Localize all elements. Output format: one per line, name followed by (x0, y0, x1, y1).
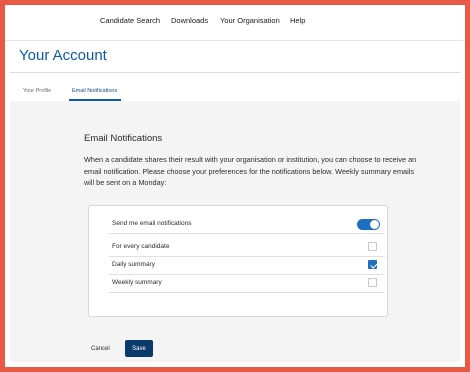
toggle-label: Send me email notifications (112, 220, 192, 227)
page-title: Your Account (19, 47, 107, 64)
title-divider (10, 72, 460, 73)
section-intro: When a candidate shares their result wit… (84, 155, 417, 187)
checkbox-every-candidate[interactable] (368, 242, 377, 251)
tab-email-notifications[interactable]: Email Notifications (72, 88, 117, 94)
option-label: For every candidate (112, 243, 170, 250)
save-button[interactable]: Save (125, 340, 153, 357)
checkbox-weekly-summary[interactable] (368, 278, 377, 287)
section-heading: Email Notifications (84, 133, 163, 144)
option-row-weekly-summary: Weekly summary (109, 276, 385, 293)
option-label: Daily summary (112, 261, 155, 268)
toggle-knob (370, 220, 379, 229)
email-notifications-toggle[interactable] (357, 219, 380, 230)
cancel-button[interactable]: Cancel (91, 346, 110, 352)
preferences-card: Send me email notifications For every ca… (88, 205, 388, 317)
option-row-daily-summary: Daily summary (109, 258, 385, 275)
nav-downloads[interactable]: Downloads (171, 16, 208, 25)
option-label: Weekly summary (112, 279, 162, 286)
top-navigation: Candidate Search Downloads Your Organisa… (5, 5, 465, 41)
tab-your-profile[interactable]: Your Profile (23, 88, 51, 94)
checkbox-daily-summary[interactable] (368, 260, 377, 269)
nav-candidate-search[interactable]: Candidate Search (100, 16, 160, 25)
toggle-row: Send me email notifications (109, 217, 385, 234)
nav-your-organisation[interactable]: Your Organisation (220, 16, 280, 25)
option-row-every-candidate: For every candidate (109, 240, 385, 257)
app-frame: Candidate Search Downloads Your Organisa… (0, 0, 470, 372)
nav-help[interactable]: Help (290, 16, 305, 25)
